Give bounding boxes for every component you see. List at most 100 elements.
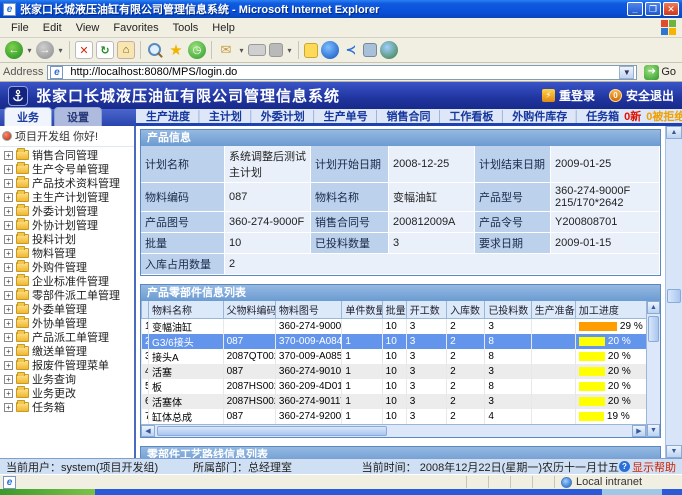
hscroll-thumb[interactable]	[157, 426, 387, 436]
column-header[interactable]: 单件数量	[342, 301, 382, 319]
column-header[interactable]	[142, 301, 149, 319]
column-header[interactable]: 物料图号	[275, 301, 341, 319]
search-button[interactable]	[146, 41, 164, 59]
favorites-button[interactable]: ★	[167, 41, 185, 59]
edit-dropdown[interactable]: ▾	[286, 41, 293, 59]
mail-button[interactable]: ✉	[217, 41, 235, 59]
forward-dropdown[interactable]: ▾	[57, 41, 64, 59]
tree-item[interactable]: +企业标准件管理	[2, 274, 134, 288]
parts-hscrollbar[interactable]: ◀ ▶	[141, 424, 646, 437]
scroll-right-button[interactable]: ▶	[632, 425, 646, 437]
expand-icon[interactable]: +	[4, 319, 13, 328]
notes-button[interactable]	[304, 43, 318, 58]
home-button[interactable]: ⌂	[117, 41, 135, 59]
expand-icon[interactable]: +	[4, 277, 13, 286]
tree-item[interactable]: +主生产计划管理	[2, 190, 134, 204]
column-header[interactable]: 生产准备	[531, 301, 575, 319]
scroll-down-button[interactable]: ▼	[647, 424, 660, 437]
expand-icon[interactable]: +	[4, 361, 13, 370]
expand-icon[interactable]: +	[4, 291, 13, 300]
menu-item-edit[interactable]: Edit	[36, 20, 69, 36]
back-dropdown[interactable]: ▾	[26, 41, 33, 59]
page-scrollbar[interactable]: ▲ ▼	[665, 126, 682, 458]
find-button[interactable]	[363, 43, 377, 57]
menu-item-view[interactable]: View	[69, 20, 107, 36]
page-scroll-up-button[interactable]: ▲	[666, 126, 682, 139]
page-scroll-down-button[interactable]: ▼	[666, 445, 682, 458]
tree-item[interactable]: +投料计划	[2, 232, 134, 246]
menu-item-tools[interactable]: Tools	[166, 20, 206, 36]
logout-button[interactable]: 0 安全退出	[609, 87, 674, 104]
tree-item[interactable]: +零部件派工单管理	[2, 288, 134, 302]
expand-icon[interactable]: +	[4, 221, 13, 230]
menu-item-favorites[interactable]: Favorites	[106, 20, 165, 36]
close-button[interactable]: ✕	[663, 2, 679, 16]
column-header[interactable]: 加工进度	[575, 301, 646, 319]
stop-button[interactable]: ✕	[75, 41, 93, 59]
refresh-button[interactable]: ↻	[96, 41, 114, 59]
expand-icon[interactable]: +	[4, 235, 13, 244]
nav-item-6[interactable]: 外购件库存	[512, 111, 567, 123]
help-link[interactable]: ? 显示帮助	[619, 459, 676, 475]
print-button[interactable]	[248, 44, 266, 56]
scroll-up-button[interactable]: ▲	[647, 301, 660, 314]
column-header[interactable]: 开工数	[406, 301, 446, 319]
nav-item-3[interactable]: 生产单号	[324, 111, 368, 123]
table-row[interactable]: 4活塞087360-274-9010F11032320 %	[142, 364, 647, 379]
page-scroll-thumb[interactable]	[667, 289, 681, 303]
expand-icon[interactable]: +	[4, 207, 13, 216]
tree-item[interactable]: +报废件管理菜单	[2, 358, 134, 372]
history-button[interactable]: ◷	[188, 41, 206, 59]
vscroll-thumb[interactable]	[648, 316, 659, 342]
edit-button[interactable]	[269, 43, 283, 57]
column-header[interactable]: 已投料数	[485, 301, 531, 319]
column-header[interactable]: 物料名称	[149, 301, 224, 319]
forward-button[interactable]: →	[36, 41, 54, 59]
table-row[interactable]: 2G3/6接头087370-009-A084011032820 %	[142, 334, 647, 349]
column-header[interactable]: 父物料编码	[223, 301, 275, 319]
relogin-button[interactable]: ⚡ 重登录	[542, 87, 595, 104]
table-row[interactable]: 7缸体总成087360-274-9200F11032419 %	[142, 409, 647, 424]
tab-业务[interactable]: 业务	[4, 107, 52, 126]
tree-item[interactable]: +外协单管理	[2, 316, 134, 330]
nav-item-5[interactable]: 工作看板	[449, 111, 493, 123]
tab-设置[interactable]: 设置	[54, 107, 102, 126]
expand-icon[interactable]: +	[4, 375, 13, 384]
nav-item-4[interactable]: 销售合同	[387, 111, 431, 123]
menu-item-help[interactable]: Help	[205, 20, 242, 36]
table-row[interactable]: 5板2087HS002360-209-4D01011032820 %	[142, 379, 647, 394]
maximize-button[interactable]: ❐	[645, 2, 661, 16]
tree-item[interactable]: +外协计划管理	[2, 218, 134, 232]
column-header[interactable]: 批量	[382, 301, 406, 319]
tree-item[interactable]: +任务箱	[2, 400, 134, 414]
table-row[interactable]: 6活塞体2087HS002360-274-9011W11032320 %	[142, 394, 647, 409]
scroll-left-button[interactable]: ◀	[141, 425, 155, 437]
address-input[interactable]: e http://localhost:8080/MPS/login.do ▼	[47, 65, 637, 80]
expand-icon[interactable]: +	[4, 165, 13, 174]
mail-dropdown[interactable]: ▾	[238, 41, 245, 59]
address-dropdown-button[interactable]: ▼	[619, 66, 634, 79]
nav-item-7[interactable]: 任务箱	[586, 111, 619, 123]
expand-icon[interactable]: +	[4, 333, 13, 342]
tree-item[interactable]: +业务查询	[2, 372, 134, 386]
nav-item-0[interactable]: 生产进度	[146, 111, 190, 123]
tree-item[interactable]: +外委单管理	[2, 302, 134, 316]
expand-icon[interactable]: +	[4, 305, 13, 314]
expand-icon[interactable]: +	[4, 249, 13, 258]
minimize-button[interactable]: _	[627, 2, 643, 16]
tree-item[interactable]: +物料管理	[2, 246, 134, 260]
title-bar[interactable]: e 张家口长城液压油缸有限公司管理信息系统 - Microsoft Intern…	[0, 0, 682, 18]
expand-icon[interactable]: +	[4, 263, 13, 272]
tree-item[interactable]: +产品技术资料管理	[2, 176, 134, 190]
media-button[interactable]: ≺	[342, 41, 360, 59]
expand-icon[interactable]: +	[4, 347, 13, 356]
tree-item[interactable]: +销售合同管理	[2, 148, 134, 162]
tree-item[interactable]: +缴送单管理	[2, 344, 134, 358]
go-button[interactable]: ➜ Go	[641, 65, 679, 80]
nav-item-2[interactable]: 外委计划	[261, 111, 305, 123]
start-button-fragment[interactable]	[0, 489, 95, 495]
messenger-button[interactable]	[321, 41, 339, 59]
table-row[interactable]: 3接头A2087QT002370-009-A085011032820 %	[142, 349, 647, 364]
expand-icon[interactable]: +	[4, 151, 13, 160]
tree-item[interactable]: +外委计划管理	[2, 204, 134, 218]
